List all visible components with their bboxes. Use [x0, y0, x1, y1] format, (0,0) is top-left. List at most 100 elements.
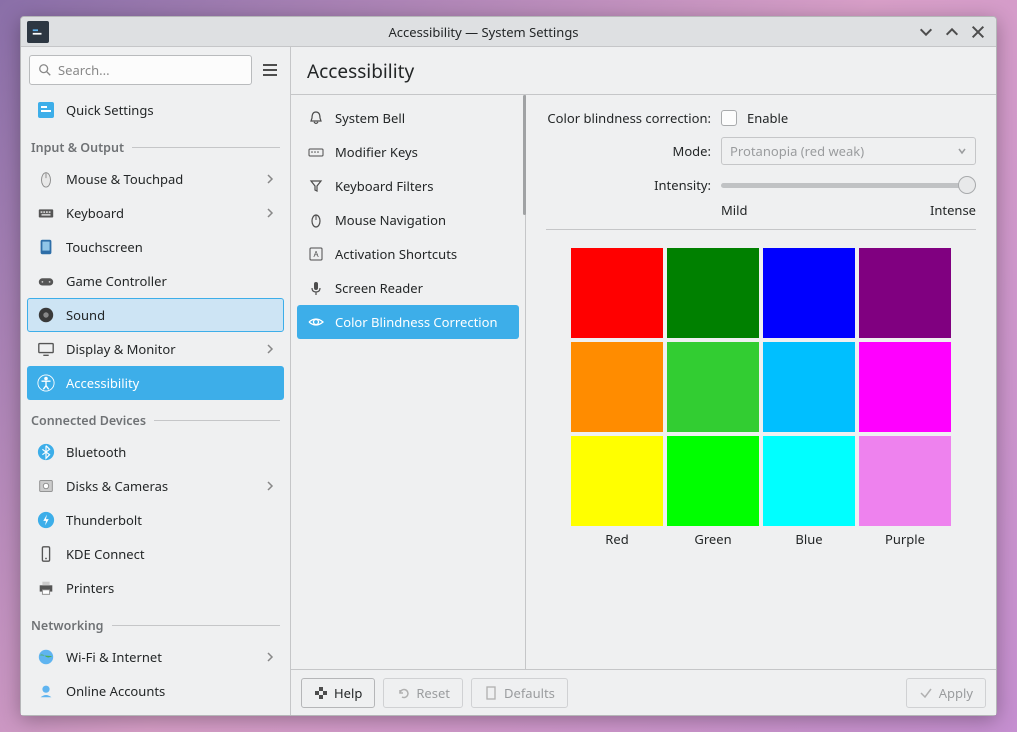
swatch-blue-2: [763, 342, 855, 432]
accessibility-icon: [36, 373, 56, 393]
mouse-nav-icon: [307, 211, 325, 229]
swatch-green-1: [667, 248, 759, 338]
swatch-blue-3: [763, 436, 855, 526]
sidebar-item-game-controller[interactable]: Game Controller: [27, 264, 284, 298]
system-settings-window: Accessibility — System Settings: [20, 16, 997, 716]
subnav-mouse-navigation[interactable]: Mouse Navigation: [297, 203, 519, 237]
footer-bar: Help Reset Defaults Apply: [291, 669, 996, 715]
thunderbolt-icon: [36, 510, 56, 530]
sidebar-item-bluetooth[interactable]: Bluetooth: [27, 435, 284, 469]
sidebar-item-online-accounts[interactable]: Online Accounts: [27, 674, 284, 708]
section-connected-devices: Connected Devices: [27, 400, 284, 435]
help-button[interactable]: Help: [301, 678, 375, 708]
swatch-purple-3: [859, 436, 951, 526]
chevron-right-icon: [265, 344, 275, 354]
document-icon: [484, 686, 498, 700]
swatch-purple-2: [859, 342, 951, 432]
swatch-red-1: [571, 248, 663, 338]
swatch-red-2: [571, 342, 663, 432]
intensity-slider[interactable]: [721, 175, 976, 195]
shortcut-icon: A: [307, 245, 325, 263]
minimize-button[interactable]: [918, 24, 934, 40]
microphone-icon: [307, 279, 325, 297]
chevron-right-icon: [265, 652, 275, 662]
sidebar-item-keyboard[interactable]: Keyboard: [27, 196, 284, 230]
speaker-icon: [36, 305, 56, 325]
sidebar-item-wifi-internet[interactable]: Wi-Fi & Internet: [27, 640, 284, 674]
keyboard-icon: [36, 203, 56, 223]
chevron-down-icon: [957, 146, 967, 156]
swatch-blue-1: [763, 248, 855, 338]
subnav-activation-shortcuts[interactable]: A Activation Shortcuts: [297, 237, 519, 271]
sidebar-item-thunderbolt[interactable]: Thunderbolt: [27, 503, 284, 537]
slider-min-label: Mild: [721, 201, 748, 219]
correction-label: Color blindness correction:: [546, 109, 711, 127]
maximize-button[interactable]: [944, 24, 960, 40]
check-icon: [919, 686, 933, 700]
monitor-icon: [36, 339, 56, 359]
section-networking: Networking: [27, 605, 284, 640]
sidebar-item-label: Quick Settings: [66, 101, 154, 119]
search-input[interactable]: [58, 61, 243, 79]
sidebar: Quick Settings Input & Output Mouse & To…: [21, 47, 291, 715]
sidebar-item-quick-settings[interactable]: Quick Settings: [27, 93, 284, 127]
chevron-right-icon: [265, 481, 275, 491]
svg-text:A: A: [313, 249, 319, 260]
close-button[interactable]: [970, 24, 986, 40]
enable-checkbox[interactable]: [721, 110, 737, 126]
mode-select[interactable]: Protanopia (red weak): [721, 137, 976, 165]
search-input-wrapper[interactable]: [29, 55, 252, 85]
subnav-screen-reader[interactable]: Screen Reader: [297, 271, 519, 305]
slider-thumb[interactable]: [958, 176, 976, 194]
swatch-purple-1: [859, 248, 951, 338]
eye-icon: [307, 313, 325, 331]
hamburger-menu-button[interactable]: [258, 56, 282, 84]
sidebar-item-kde-connect[interactable]: KDE Connect: [27, 537, 284, 571]
subnav-modifier-keys[interactable]: Modifier Keys: [297, 135, 519, 169]
divider: [546, 229, 976, 230]
keyboard-small-icon: [307, 143, 325, 161]
sidebar-item-display[interactable]: Display & Monitor: [27, 332, 284, 366]
sidebar-item-touchscreen[interactable]: Touchscreen: [27, 230, 284, 264]
sidebar-item-printers[interactable]: Printers: [27, 571, 284, 605]
subnav-color-blindness[interactable]: Color Blindness Correction: [297, 305, 519, 339]
page-header: Accessibility: [291, 47, 996, 95]
content-pane: Color blindness correction: Enable Mode:…: [526, 95, 996, 669]
sidebar-item-disks-cameras[interactable]: Disks & Cameras: [27, 469, 284, 503]
mouse-icon: [36, 169, 56, 189]
app-icon: [27, 21, 49, 43]
undo-icon: [396, 686, 410, 700]
accessibility-subnav: System Bell Modifier Keys Keyboard Filte…: [291, 95, 526, 669]
bell-icon: [307, 109, 325, 127]
mode-label: Mode:: [546, 142, 711, 160]
sidebar-item-accessibility[interactable]: Accessibility: [27, 366, 284, 400]
apply-button[interactable]: Apply: [906, 678, 986, 708]
bluetooth-icon: [36, 442, 56, 462]
search-icon: [38, 63, 52, 77]
reset-button[interactable]: Reset: [383, 678, 463, 708]
quick-settings-icon: [36, 100, 56, 120]
cloud-user-icon: [36, 681, 56, 701]
swatch-labels-row: Red Green Blue Purple: [546, 530, 976, 548]
sidebar-nav: Quick Settings Input & Output Mouse & To…: [21, 93, 290, 715]
swatch-green-2: [667, 342, 759, 432]
disk-icon: [36, 476, 56, 496]
subnav-keyboard-filters[interactable]: Keyboard Filters: [297, 169, 519, 203]
gamepad-icon: [36, 271, 56, 291]
page-title: Accessibility: [307, 58, 414, 84]
defaults-button[interactable]: Defaults: [471, 678, 568, 708]
titlebar[interactable]: Accessibility — System Settings: [21, 17, 996, 47]
swatch-red-3: [571, 436, 663, 526]
filter-icon: [307, 177, 325, 195]
section-input-output: Input & Output: [27, 127, 284, 162]
sidebar-item-mouse-touchpad[interactable]: Mouse & Touchpad: [27, 162, 284, 196]
color-swatch-grid: [546, 248, 976, 526]
chevron-right-icon: [265, 174, 275, 184]
intensity-label: Intensity:: [546, 176, 711, 194]
subnav-system-bell[interactable]: System Bell: [297, 101, 519, 135]
touchscreen-icon: [36, 237, 56, 257]
globe-icon: [36, 647, 56, 667]
window-title: Accessibility — System Settings: [49, 23, 918, 41]
sidebar-item-sound[interactable]: Sound: [27, 298, 284, 332]
help-icon: [314, 686, 328, 700]
